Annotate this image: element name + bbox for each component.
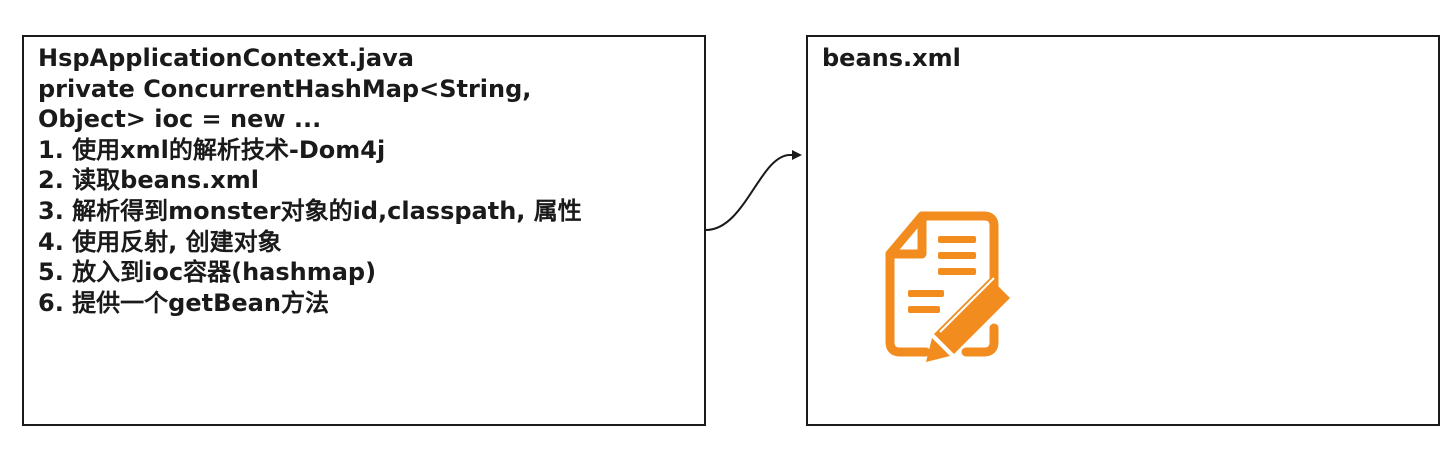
- step-2: 2. 读取beans.xml: [38, 166, 260, 195]
- beans-xml-title: beans.xml: [822, 44, 961, 72]
- hsp-application-context-box: HspApplicationContext.java private Concu…: [22, 35, 706, 426]
- step-4: 4. 使用反射, 创建对象: [38, 227, 282, 256]
- step-5: 5. 放入到ioc容器(hashmap): [38, 258, 377, 287]
- class-file-name: HspApplicationContext.java: [38, 44, 414, 72]
- ioc-declaration-line-2: Object> ioc = new ...: [38, 105, 322, 134]
- step-1: 1. 使用xml的解析技术-Dom4j: [38, 135, 386, 164]
- document-edit-icon: [885, 211, 1010, 362]
- ioc-declaration-line-1: private ConcurrentHashMap<String,: [38, 74, 532, 103]
- step-6: 6. 提供一个getBean方法: [38, 288, 329, 317]
- step-3: 3. 解析得到monster对象的id,classpath, 属性: [38, 196, 582, 225]
